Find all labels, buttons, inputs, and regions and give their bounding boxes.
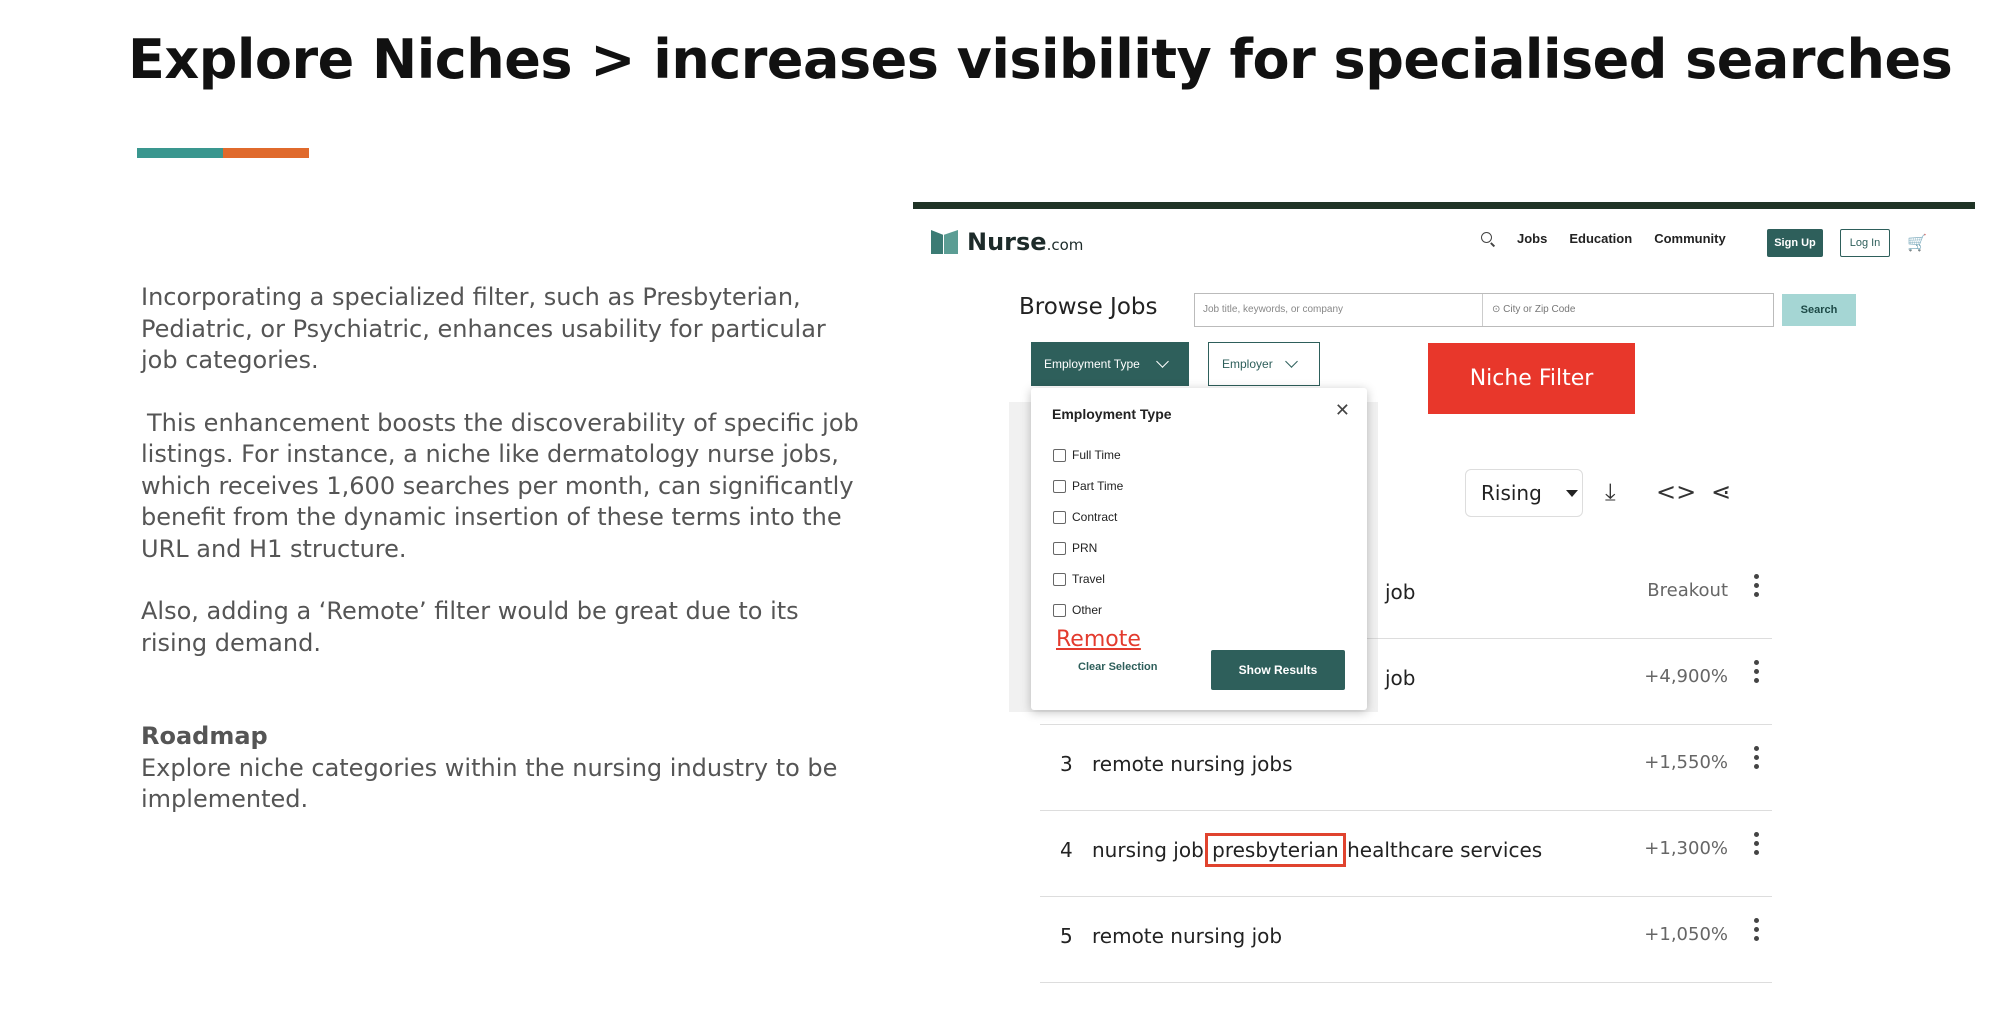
job-search-bar[interactable]: Job title, keywords, or company ⊙ City o… (1194, 293, 1774, 327)
paragraph-specialized-filter: Incorporating a specialized filter, such… (141, 283, 826, 374)
employment-type-popup: Employment Type ✕ Full Time Part Time Co… (1031, 388, 1367, 710)
nav-jobs[interactable]: Jobs (1517, 231, 1547, 246)
option-travel[interactable]: Travel (1053, 572, 1105, 586)
more-options-icon[interactable] (1754, 660, 1760, 686)
checkbox[interactable] (1053, 479, 1066, 493)
rising-sort-dropdown[interactable]: Rising (1465, 469, 1583, 517)
more-options-icon[interactable] (1754, 574, 1760, 600)
popup-title: Employment Type (1052, 406, 1172, 422)
trend-row[interactable]: 3 remote nursing jobs +1,550% (1040, 724, 1772, 811)
niche-filter-callout: Niche Filter (1428, 343, 1635, 414)
logo-suffix: .com (1046, 236, 1084, 254)
show-results-button[interactable]: Show Results (1211, 650, 1345, 690)
trend-row[interactable]: 4 nursing job presbyterian healthcare se… (1040, 810, 1772, 897)
trend-value: Breakout (1647, 580, 1728, 601)
cart-icon[interactable]: 🛒 (1907, 233, 1927, 253)
trend-query: job (1385, 666, 1416, 690)
more-options-icon[interactable] (1754, 832, 1760, 858)
nurse-site-screenshot: Nurse.com Jobs Education Community Sign … (913, 202, 1975, 1029)
roadmap-text: Explore niche categories within the nurs… (141, 753, 838, 814)
trend-value: +1,550% (1644, 752, 1728, 773)
option-other[interactable]: Other (1053, 603, 1102, 617)
trend-rank: 4 (1060, 838, 1073, 862)
more-options-icon[interactable] (1754, 746, 1760, 772)
close-icon[interactable]: ✕ (1335, 400, 1350, 421)
embed-code-icon[interactable]: <> (1656, 478, 1696, 506)
more-options-icon[interactable] (1754, 918, 1760, 944)
roadmap-heading: Roadmap (141, 722, 268, 750)
download-icon[interactable]: ⤓ (1605, 478, 1616, 506)
checkbox[interactable] (1053, 448, 1066, 462)
trend-query: nursing job presbyterian healthcare serv… (1092, 833, 1543, 867)
top-nav: Jobs Education Community (1481, 231, 1726, 246)
option-prn[interactable]: PRN (1053, 541, 1097, 555)
slide-title: Explore Niches > increases visibility fo… (128, 28, 1953, 91)
location-pin-icon: ⊙ (1492, 304, 1504, 315)
trend-value: +1,300% (1644, 838, 1728, 859)
option-full-time[interactable]: Full Time (1053, 448, 1121, 462)
nurse-logo[interactable]: Nurse.com (931, 228, 1083, 256)
checkbox[interactable] (1053, 603, 1066, 617)
page-title: Browse Jobs (1019, 294, 1158, 320)
location-input[interactable]: ⊙ City or Zip Code (1492, 304, 1575, 315)
employment-type-dropdown[interactable]: Employment Type (1031, 342, 1189, 386)
trend-value: +4,900% (1644, 666, 1728, 687)
nav-community[interactable]: Community (1654, 231, 1726, 246)
option-contract[interactable]: Contract (1053, 510, 1117, 524)
panel-top-bar (913, 202, 1975, 209)
trend-rank: 5 (1060, 924, 1073, 948)
trend-query: remote nursing jobs (1092, 752, 1293, 776)
search-button[interactable]: Search (1782, 294, 1856, 326)
employer-dropdown[interactable]: Employer (1208, 342, 1320, 386)
trend-rank: 3 (1060, 752, 1073, 776)
checkbox[interactable] (1053, 510, 1066, 524)
paragraph-discoverability: This enhancement boosts the discoverabil… (141, 408, 859, 563)
trend-query: job (1385, 580, 1416, 604)
log-in-button[interactable]: Log In (1840, 229, 1890, 257)
trend-row[interactable]: 5 remote nursing job +1,050% (1040, 896, 1772, 983)
accent-bar-teal (137, 148, 223, 158)
employment-type-label: Employment Type (1044, 357, 1140, 371)
keyword-search-input[interactable]: Job title, keywords, or company (1203, 304, 1343, 315)
checkbox[interactable] (1053, 572, 1066, 586)
search-icon[interactable] (1481, 231, 1495, 246)
trend-value: +1,050% (1644, 924, 1728, 945)
accent-bar-orange (223, 148, 309, 158)
caret-down-icon (1565, 489, 1578, 497)
nav-education[interactable]: Education (1569, 231, 1632, 246)
paragraph-remote: Also, adding a ‘Remote’ filter would be … (141, 597, 799, 657)
share-icon[interactable]: ⋖ (1711, 478, 1731, 506)
chevron-down-icon (1155, 355, 1169, 368)
remote-option-suggestion[interactable]: Remote (1056, 627, 1141, 652)
sign-up-button[interactable]: Sign Up (1767, 229, 1823, 257)
employer-label: Employer (1222, 357, 1273, 371)
chevron-down-icon (1284, 355, 1298, 368)
logo-text: Nurse (967, 228, 1047, 256)
option-part-time[interactable]: Part Time (1053, 479, 1123, 493)
presbyterian-highlight: presbyterian (1205, 833, 1346, 867)
rising-label: Rising (1481, 481, 1542, 505)
clear-selection-link[interactable]: Clear Selection (1078, 661, 1157, 673)
nurse-logo-icon (931, 230, 959, 254)
trend-query: remote nursing job (1092, 924, 1283, 948)
checkbox[interactable] (1053, 541, 1066, 555)
body-text: Incorporating a specialized filter, such… (141, 282, 861, 816)
